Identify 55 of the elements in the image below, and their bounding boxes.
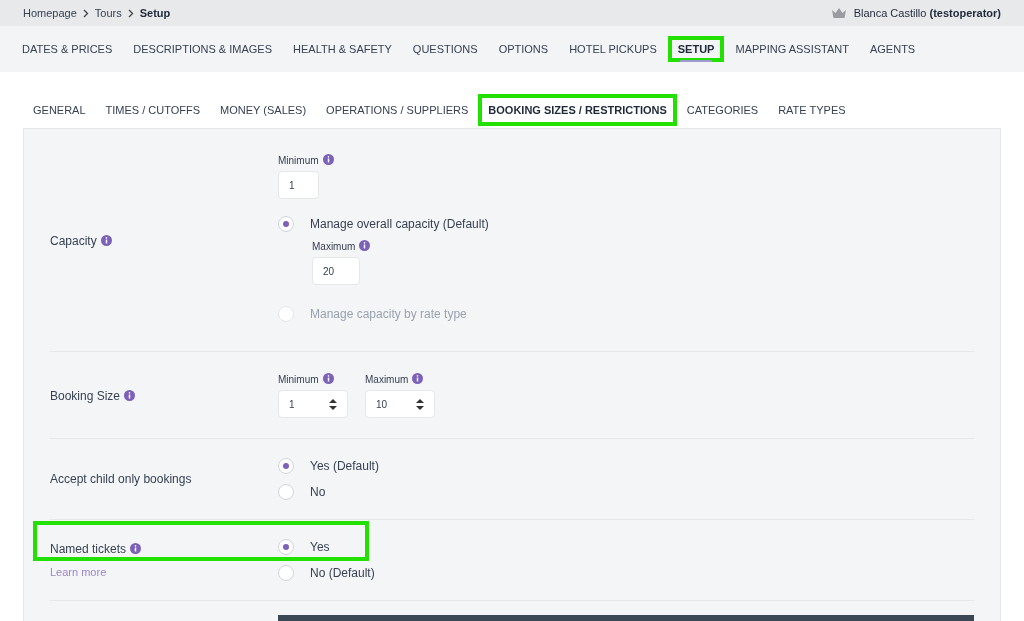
info-icon [322, 373, 334, 384]
tab[interactable]: GENERAL [23, 94, 96, 126]
tab[interactable]: CATEGORIES [676, 94, 769, 126]
field-label: Minimum [278, 372, 348, 387]
tab[interactable]: MONEY (SALES) [210, 94, 317, 126]
info-icon [322, 154, 334, 165]
setting-label: Booking Size [50, 389, 136, 403]
radio-label: Yes [310, 539, 330, 556]
tab[interactable]: DESCRIPTIONS & IMAGES [123, 36, 282, 62]
radio-label: Yes (Default) [310, 458, 379, 475]
field-label: Minimum [278, 153, 489, 168]
spinner-icon [329, 398, 337, 410]
input-field[interactable]: 20 [312, 257, 360, 285]
chevron-icon [82, 8, 89, 18]
tab[interactable]: SETUP [667, 36, 725, 62]
radio-button[interactable] [278, 565, 294, 581]
tab[interactable]: DATES & PRICES [12, 36, 123, 62]
number-spinner[interactable]: 1 [278, 390, 348, 418]
tab[interactable]: BOOKING SIZES / RESTRICTIONS [478, 94, 677, 126]
user-name: Blanca Castillo (testoperator) [853, 5, 1001, 21]
tab[interactable]: HOTEL PICKUPS [559, 36, 667, 62]
field-label: Maximum [312, 239, 489, 254]
info-icon [124, 390, 136, 401]
radio-label: No (Default) [310, 565, 375, 582]
tab[interactable]: OPTIONS [488, 36, 559, 62]
radio-button[interactable] [278, 539, 294, 555]
breadcrumb-link[interactable]: Setup [139, 4, 171, 22]
radio-label: Manage capacity by rate type [310, 306, 467, 323]
crown-icon [831, 8, 846, 18]
tab[interactable]: QUESTIONS [402, 36, 488, 62]
radio-label: No [310, 484, 326, 501]
setting-label: Named tickets [50, 539, 278, 558]
breadcrumb-link[interactable]: Homepage [23, 4, 77, 22]
breadcrumb-link[interactable]: Tours [94, 4, 122, 22]
info-icon [412, 373, 424, 384]
setting-label: Capacity [50, 234, 112, 248]
spinner-icon [416, 398, 424, 410]
radio-button[interactable] [278, 216, 294, 232]
info-icon [130, 542, 142, 554]
field-label: Maximum [365, 372, 435, 387]
input-field[interactable]: 1 [278, 171, 319, 199]
radio-button[interactable] [278, 458, 294, 474]
radio-button[interactable] [278, 484, 294, 500]
tab[interactable]: AGENTS [859, 36, 926, 62]
number-spinner[interactable]: 10 [365, 390, 435, 418]
chevron-icon [127, 8, 134, 18]
tab[interactable]: OPERATIONS / SUPPLIERS [316, 94, 479, 126]
tab[interactable]: HEALTH & SAFETY [283, 36, 402, 62]
tab[interactable]: TIMES / CUTOFFS [95, 94, 211, 126]
info-icon [100, 235, 112, 246]
info-icon [359, 240, 371, 251]
tab[interactable]: MAPPING ASSISTANT [725, 36, 859, 62]
setting-label: Accept child only bookings [50, 471, 193, 488]
radio-label: Manage overall capacity (Default) [310, 216, 489, 233]
tab[interactable]: RATE TYPES [768, 94, 856, 126]
